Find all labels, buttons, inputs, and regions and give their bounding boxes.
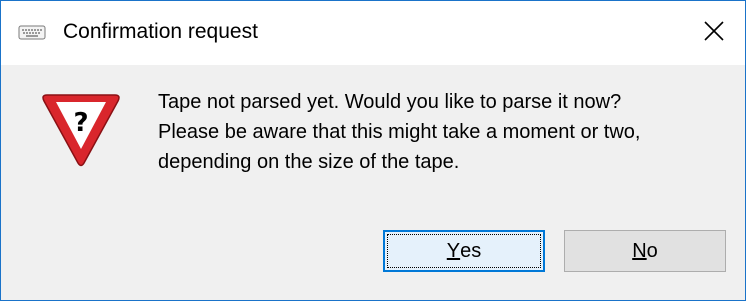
no-label-rest: o (646, 239, 658, 262)
dialog-window: Confirmation request ? Tape not parsed y… (0, 0, 746, 301)
yes-label-rest: es (460, 239, 482, 262)
keyboard-icon (18, 23, 46, 41)
close-icon (703, 20, 725, 47)
message-line: depending on the size of the tape. (158, 151, 460, 173)
window-title: Confirmation request (63, 20, 258, 43)
message-text: Tape not parsed yet. Would you like to p… (158, 87, 640, 177)
close-button[interactable] (683, 1, 745, 65)
no-mnemonic: N (632, 239, 647, 262)
yes-mnemonic: Y (446, 239, 461, 262)
no-button[interactable]: No (564, 230, 726, 272)
warning-question-icon: ? (39, 89, 123, 171)
message-line: Please be aware that this might take a m… (158, 121, 641, 143)
dialog-content: ? Tape not parsed yet. Would you like to… (1, 65, 745, 300)
yes-button[interactable]: Yes (383, 230, 545, 272)
title-bar[interactable]: Confirmation request (1, 1, 745, 65)
message-line: Tape not parsed yet. Would you like to p… (158, 91, 622, 113)
svg-text:?: ? (73, 108, 88, 138)
